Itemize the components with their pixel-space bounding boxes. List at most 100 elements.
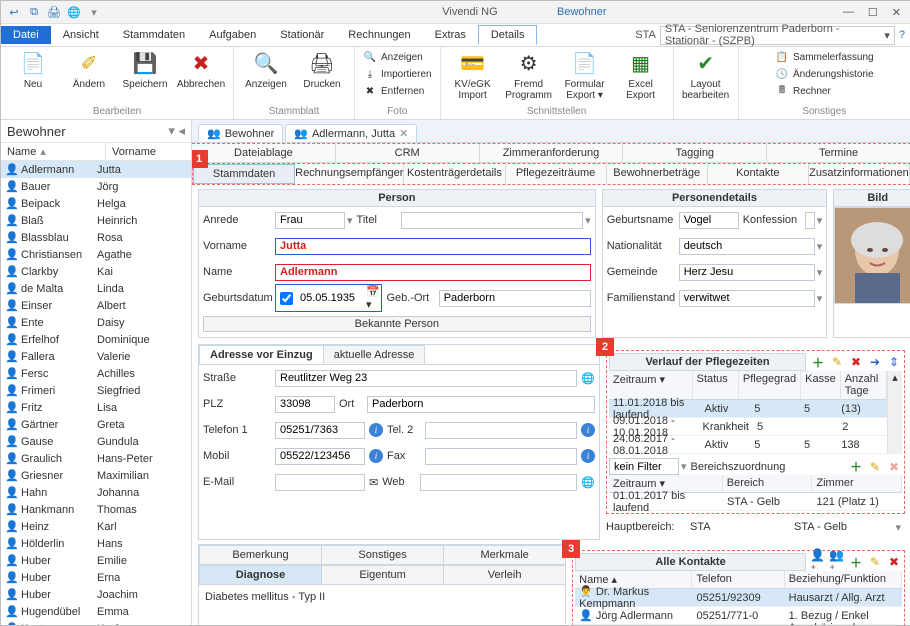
- hdr-zimmer[interactable]: Zimmer: [812, 475, 902, 492]
- side-collapse-icon[interactable]: ▾ ◂: [168, 123, 185, 139]
- field-strasse[interactable]: [275, 370, 577, 387]
- field-vorname[interactable]: [275, 238, 591, 255]
- maximize-button[interactable]: ☐: [868, 6, 878, 19]
- tab-eigentum[interactable]: Eigentum: [321, 565, 444, 584]
- btn-edit-icon[interactable]: ✎: [867, 554, 883, 570]
- tab-ansicht[interactable]: Ansicht: [51, 26, 111, 44]
- list-item[interactable]: 👤HeinzKarl: [1, 518, 191, 535]
- btn-foto-entfernen[interactable]: ✖Entfernen: [361, 83, 434, 99]
- calendar-icon[interactable]: 📅▾: [366, 285, 381, 311]
- list-item[interactable]: 👤EnteDaisy: [1, 314, 191, 331]
- list-item[interactable]: 👤HahnJohanna: [1, 484, 191, 501]
- side-list[interactable]: 👤AdlermannJutta👤BauerJörg👤BeipackHelga👤B…: [1, 161, 191, 625]
- list-item[interactable]: 👤ClarkbyKai: [1, 263, 191, 280]
- list-item[interactable]: 👤ErfelhofDominique: [1, 331, 191, 348]
- tab-bemerkung[interactable]: Bemerkung: [199, 545, 322, 564]
- btn-abbrechen[interactable]: ✖Abbrechen: [175, 49, 227, 90]
- tab-diagnose[interactable]: Diagnose: [199, 565, 322, 584]
- list-item[interactable]: 👤BeipackHelga: [1, 195, 191, 212]
- filter-combo[interactable]: ▾: [609, 458, 687, 475]
- tab-bewohnerbetraege[interactable]: Bewohnerbeträge: [607, 164, 708, 184]
- list-item[interactable]: 👤EinserAlbert: [1, 297, 191, 314]
- list-item[interactable]: 👤FritzLisa: [1, 399, 191, 416]
- facility-combo[interactable]: STA - Seniorenzentrum Paderborn - Statio…: [660, 26, 895, 45]
- mail-icon[interactable]: ✉: [369, 476, 378, 489]
- btn-delete-icon[interactable]: ✖: [848, 354, 864, 370]
- tab-dateiablage[interactable]: Dateiablage: [192, 144, 336, 162]
- btn-add-icon[interactable]: ＋: [810, 354, 826, 370]
- table-row[interactable]: 👨‍⚕️ Dr. Markus Kempmann05251/92309Hausa…: [575, 589, 902, 607]
- tab-extras[interactable]: Extras: [423, 26, 478, 44]
- field-name[interactable]: [275, 264, 591, 281]
- list-item[interactable]: 👤ChristiansenAgathe: [1, 246, 191, 263]
- btn-jump-icon[interactable]: ➔: [867, 354, 883, 370]
- btn-foto-anzeigen[interactable]: 🔍Anzeigen: [361, 49, 434, 65]
- tab-sonstiges[interactable]: Sonstiges: [321, 545, 444, 564]
- tab-kostentraeger[interactable]: Kostenträgerdetails: [404, 164, 505, 184]
- btn-aendern[interactable]: ✐Ändern: [63, 49, 115, 90]
- doctab-bewohner[interactable]: 👥Bewohner: [198, 124, 283, 142]
- tab-datei[interactable]: Datei: [1, 26, 51, 44]
- hdr-kasse[interactable]: Kasse: [801, 371, 841, 399]
- side-col-vorname[interactable]: Vorname: [106, 143, 162, 160]
- field-email[interactable]: [275, 474, 365, 491]
- field-mobil[interactable]: [275, 448, 365, 465]
- web-icon[interactable]: 🌐: [581, 476, 595, 489]
- field-gemeinde[interactable]: ▾: [679, 264, 823, 281]
- tab-verleih[interactable]: Verleih: [443, 565, 566, 584]
- field-familienstand[interactable]: ▾: [679, 290, 823, 307]
- info-icon[interactable]: i: [369, 423, 383, 437]
- list-item[interactable]: 👤AdlermannJutta: [1, 161, 191, 178]
- table-row[interactable]: 24.08.2017 - 08.01.2018Aktiv55138: [609, 436, 887, 454]
- list-item[interactable]: 👤HugendübelEmma: [1, 603, 191, 620]
- map-icon[interactable]: 🌐: [581, 372, 595, 385]
- list-item[interactable]: 👤GriesnerMaximilian: [1, 467, 191, 484]
- qat-copy-icon[interactable]: ⧉: [27, 5, 41, 19]
- info-icon[interactable]: i: [581, 423, 595, 437]
- tab-zimmeranforderung[interactable]: Zimmeranforderung: [480, 144, 624, 162]
- qat-dropdown-icon[interactable]: ▾: [87, 5, 101, 19]
- minimize-button[interactable]: —: [843, 6, 854, 19]
- btn-edit-icon[interactable]: ✎: [867, 459, 883, 475]
- btn-stammblatt-anzeigen[interactable]: 🔍Anzeigen: [240, 49, 292, 90]
- list-item[interactable]: 👤FerscAchilles: [1, 365, 191, 382]
- tab-stammdaten-sub[interactable]: Stammdaten: [193, 164, 295, 184]
- btn-link-icon[interactable]: 👥⁺: [829, 554, 845, 570]
- field-gebort[interactable]: [439, 290, 591, 307]
- btn-speichern[interactable]: 💾Speichern: [119, 49, 171, 90]
- list-item[interactable]: 👤HuberJoachim: [1, 586, 191, 603]
- hdr-ktel[interactable]: Telefon: [692, 571, 784, 588]
- list-item[interactable]: 👤GraulichHans-Peter: [1, 450, 191, 467]
- btn-layout-bearbeiten[interactable]: ✔Layout bearbeiten: [680, 49, 732, 101]
- list-item[interactable]: 👤HölderlinHans: [1, 535, 191, 552]
- btn-kv-import[interactable]: 💳KV/eGK Import: [447, 49, 499, 101]
- list-item[interactable]: 👤HuberErna: [1, 569, 191, 586]
- hdr-pflegegrad[interactable]: Pflegegrad: [739, 371, 801, 399]
- tab-crm[interactable]: CRM: [336, 144, 480, 162]
- tab-aufgaben[interactable]: Aufgaben: [197, 26, 268, 44]
- field-telefon1[interactable]: [275, 422, 365, 439]
- hdr-tage[interactable]: Anzahl Tage: [841, 371, 887, 399]
- list-item[interactable]: 👤KastnerKevin: [1, 620, 191, 625]
- tab-rechnungsempfaenger[interactable]: Rechnungsempfänger: [295, 164, 404, 184]
- chevron-down-icon[interactable]: ▾: [895, 521, 901, 534]
- tab-adresse-vor-einzug[interactable]: Adresse vor Einzug: [199, 345, 324, 364]
- tab-details[interactable]: Details: [478, 25, 538, 45]
- info-icon[interactable]: i: [581, 449, 595, 463]
- resident-photo[interactable]: [834, 207, 910, 304]
- field-plz[interactable]: [275, 396, 335, 413]
- tab-tagging[interactable]: Tagging: [623, 144, 767, 162]
- tab-termine[interactable]: Termine: [767, 144, 910, 162]
- list-item[interactable]: 👤BlaßHeinrich: [1, 212, 191, 229]
- hdr-zeitraum[interactable]: Zeitraum ▾: [609, 371, 693, 399]
- field-telefon2[interactable]: [425, 422, 577, 439]
- btn-delete-icon[interactable]: ✖: [886, 554, 902, 570]
- hdr-kbez[interactable]: Beziehung/Funktion: [785, 571, 902, 588]
- table-row[interactable]: 01.01.2017 bis laufend STA - Gelb 121 (P…: [609, 493, 902, 511]
- field-geburtsname[interactable]: [679, 212, 739, 229]
- list-item[interactable]: 👤GauseGundula: [1, 433, 191, 450]
- list-item[interactable]: 👤de MaltaLinda: [1, 280, 191, 297]
- btn-add-icon[interactable]: ＋: [848, 554, 864, 570]
- field-ort[interactable]: [367, 396, 595, 413]
- scrollbar[interactable]: ▴: [887, 371, 902, 454]
